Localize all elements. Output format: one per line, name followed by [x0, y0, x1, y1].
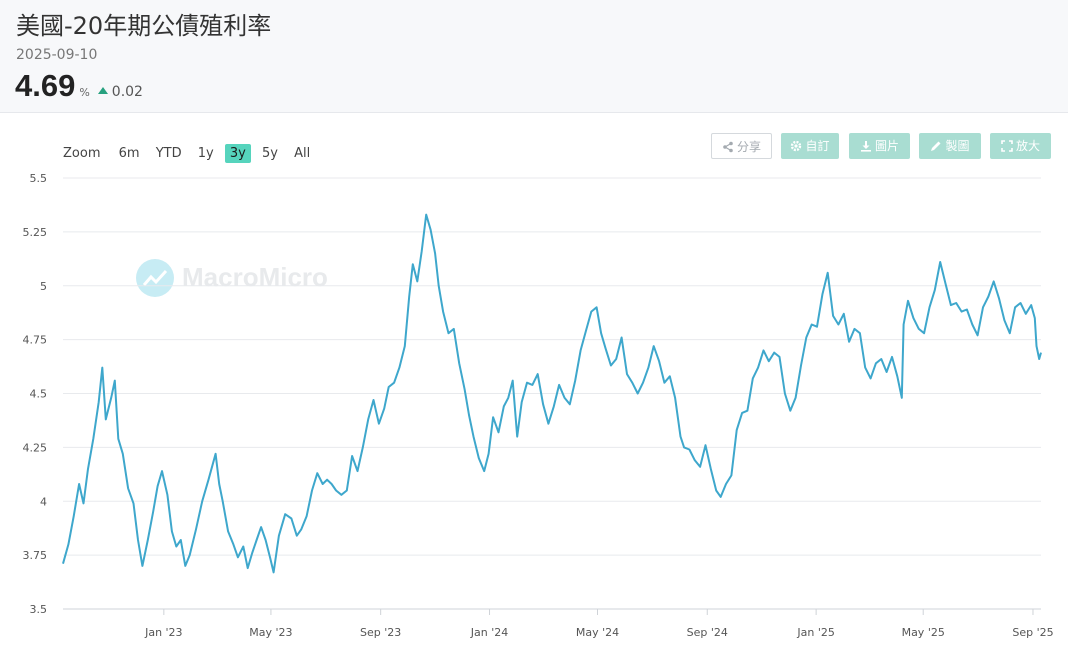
x-tick-label: Jan '24 [470, 626, 508, 639]
x-axis: Jan '23 May '23 Sep '23 Jan '24 May '24 Sep '… [144, 609, 1054, 639]
line-chart: 3.5 3.75 4 4.25 4.5 4.75 5 5.25 5.5 Jan '23 May '… [23, 172, 1054, 639]
y-tick-label: 5.5 [30, 172, 48, 185]
zoom-label: Zoom [63, 146, 101, 161]
y-tick-label: 5 [40, 280, 47, 293]
y-tick-label: 4.25 [23, 441, 48, 454]
grid-lines [63, 177, 1041, 610]
zoom-5y-button[interactable]: 5y [257, 144, 283, 163]
indicator-header: 美國-20年期公債殖利率 2025-09-10 4.69% 0.02 [0, 0, 1068, 113]
expand-icon [1001, 140, 1013, 152]
zoom-all-button[interactable]: All [289, 144, 315, 163]
customize-label: 自訂 [805, 139, 830, 153]
y-axis-labels: 3.5 3.75 4 4.25 4.5 4.75 5 5.25 5.5 [23, 172, 48, 616]
gear-icon [791, 140, 802, 152]
y-tick-label: 4.75 [23, 334, 48, 347]
x-tick-label: May '23 [249, 626, 292, 639]
value-change: 0.02 [111, 84, 143, 100]
chart-panel: MacroMicro 3.5 3.75 4 4.25 4.5 4.75 5 5.25 5.5 J… [0, 114, 1068, 652]
customize-button[interactable]: 自訂 [781, 133, 839, 159]
fullscreen-label: 放大 [1015, 139, 1040, 153]
draw-button[interactable]: 製圖 [919, 133, 981, 159]
download-icon [860, 141, 871, 152]
x-tick-label: Jan '23 [144, 626, 182, 639]
x-tick-label: May '25 [902, 626, 945, 639]
y-tick-label: 4 [40, 495, 47, 508]
y-tick-label: 3.5 [30, 603, 48, 616]
x-tick-label: Sep '25 [1012, 626, 1053, 639]
up-arrow-icon [97, 87, 108, 94]
zoom-ytd-button[interactable]: YTD [151, 144, 187, 163]
share-button[interactable]: 分享 [711, 133, 772, 159]
pencil-icon [931, 141, 941, 151]
share-icon [723, 141, 733, 153]
x-tick-label: May '24 [576, 626, 619, 639]
y-tick-label: 5.25 [23, 226, 48, 239]
zoom-3y-button[interactable]: 3y [224, 144, 251, 163]
latest-value: 4.69 [15, 68, 76, 103]
latest-value-row: 4.69% 0.02 [15, 68, 143, 104]
zoom-6m-button[interactable]: 6m [114, 144, 145, 163]
x-tick-label: Sep '23 [360, 626, 401, 639]
y-tick-label: 3.75 [23, 549, 48, 562]
value-unit: % [79, 86, 90, 99]
x-tick-label: Jan '25 [796, 626, 834, 639]
draw-label: 製圖 [945, 139, 970, 153]
share-label: 分享 [736, 140, 761, 154]
zoom-selector: Zoom 6m YTD 1y 3y 5y All [63, 144, 317, 163]
zoom-1y-button[interactable]: 1y [193, 144, 219, 163]
image-download-button[interactable]: 圖片 [849, 133, 910, 159]
x-tick-label: Sep '24 [687, 626, 728, 639]
fullscreen-button[interactable]: 放大 [990, 133, 1051, 159]
image-label: 圖片 [874, 139, 899, 153]
latest-date: 2025-09-10 [16, 47, 98, 63]
y-tick-label: 4.5 [30, 388, 48, 401]
page-title: 美國-20年期公債殖利率 [16, 12, 272, 40]
